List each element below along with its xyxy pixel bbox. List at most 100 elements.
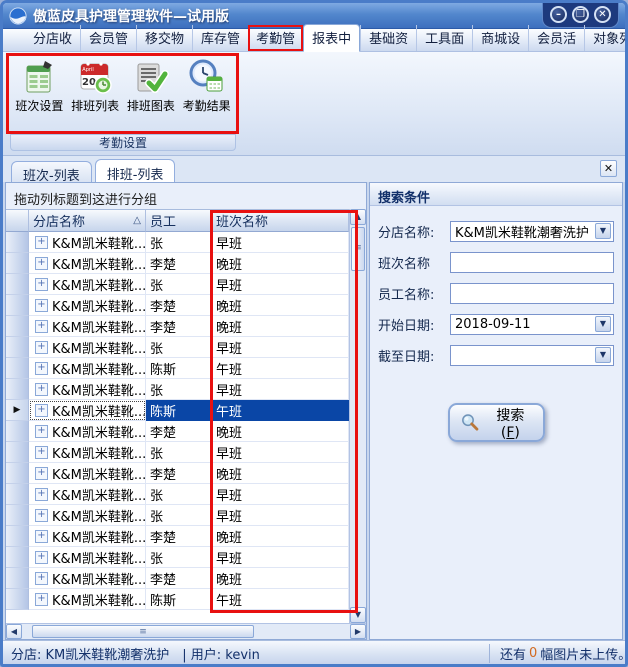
shift-cell[interactable]: 早班: [212, 337, 349, 358]
horizontal-scrollbar[interactable]: ◀ ≡ ▶: [6, 623, 366, 639]
branch-cell[interactable]: +K&M凯米鞋靴...: [29, 358, 146, 379]
ribbon-tab-basic-data[interactable]: 基础资: [360, 25, 416, 51]
shift-cell[interactable]: 晚班: [212, 295, 349, 316]
shift-cell[interactable]: 晚班: [212, 526, 349, 547]
shift-cell[interactable]: 早班: [212, 505, 349, 526]
table-row[interactable]: +K&M凯米鞋靴...李楚晚班: [6, 295, 349, 316]
expand-icon[interactable]: +: [35, 593, 48, 606]
table-row[interactable]: +K&M凯米鞋靴...李楚晚班: [6, 316, 349, 337]
expand-icon[interactable]: +: [35, 362, 48, 375]
table-row[interactable]: +K&M凯米鞋靴...张早班: [6, 547, 349, 568]
expand-icon[interactable]: +: [35, 488, 48, 501]
ribbon-tab-reports[interactable]: 报表中: [303, 24, 360, 52]
employee-cell[interactable]: 张: [146, 484, 212, 505]
shift-cell[interactable]: 早班: [212, 442, 349, 463]
ribbon-tab-attendance[interactable]: 考勤管: [248, 25, 303, 51]
shift-cell[interactable]: 晚班: [212, 463, 349, 484]
expand-icon[interactable]: +: [35, 299, 48, 312]
branch-cell[interactable]: +K&M凯米鞋靴...: [29, 463, 146, 484]
expand-icon[interactable]: +: [35, 530, 48, 543]
employee-cell[interactable]: 李楚: [146, 253, 212, 274]
start-date-picker[interactable]: 2018-09-11 ▼: [450, 314, 614, 335]
branch-cell[interactable]: +K&M凯米鞋靴...: [29, 232, 146, 253]
expand-icon[interactable]: +: [35, 320, 48, 333]
document-close-icon[interactable]: ✕: [600, 160, 617, 177]
branch-cell[interactable]: +K&M凯米鞋靴...: [29, 421, 146, 442]
branch-cell[interactable]: +K&M凯米鞋靴...: [29, 316, 146, 337]
branch-cell[interactable]: +K&M凯米鞋靴...: [29, 337, 146, 358]
header-shift[interactable]: 班次名称: [212, 210, 349, 232]
employee-cell[interactable]: 陈斯: [146, 400, 212, 421]
shift-cell[interactable]: 晚班: [212, 568, 349, 589]
tab-shift-list[interactable]: 班次-列表: [11, 161, 92, 182]
shift-cell[interactable]: 晚班: [212, 421, 349, 442]
schedule-chart-button[interactable]: 排班图表: [124, 56, 179, 131]
shift-cell[interactable]: 晚班: [212, 253, 349, 274]
employee-cell[interactable]: 张: [146, 505, 212, 526]
branch-cell[interactable]: +K&M凯米鞋靴...: [29, 253, 146, 274]
table-row[interactable]: +K&M凯米鞋靴...张早班: [6, 505, 349, 526]
shift-cell[interactable]: 早班: [212, 379, 349, 400]
employee-cell[interactable]: 张: [146, 379, 212, 400]
employee-cell[interactable]: 李楚: [146, 316, 212, 337]
expand-icon[interactable]: +: [35, 404, 48, 417]
branch-cell[interactable]: +K&M凯米鞋靴...: [29, 442, 146, 463]
ribbon-tab-branch-revenue[interactable]: 分店收: [25, 25, 80, 51]
expand-icon[interactable]: +: [35, 446, 48, 459]
branch-cell[interactable]: +K&M凯米鞋靴...: [29, 295, 146, 316]
shift-name-input[interactable]: [455, 253, 611, 272]
shift-cell[interactable]: 早班: [212, 274, 349, 295]
scroll-right-icon[interactable]: ▶: [350, 624, 366, 639]
branch-cell[interactable]: +K&M凯米鞋靴...: [29, 274, 146, 295]
table-row[interactable]: +K&M凯米鞋靴...陈斯午班: [6, 358, 349, 379]
employee-cell[interactable]: 张: [146, 337, 212, 358]
table-row[interactable]: +K&M凯米鞋靴...陈斯午班: [6, 589, 349, 610]
table-row[interactable]: +K&M凯米鞋靴...李楚晚班: [6, 568, 349, 589]
shift-cell[interactable]: 早班: [212, 232, 349, 253]
expand-icon[interactable]: +: [35, 572, 48, 585]
chevron-down-icon[interactable]: ▼: [595, 347, 611, 363]
ribbon-tab-mall[interactable]: 商城设: [472, 25, 528, 51]
search-button[interactable]: 搜索(F): [448, 403, 545, 442]
expand-icon[interactable]: +: [35, 509, 48, 522]
vertical-scroll-thumb[interactable]: ≡: [351, 227, 365, 271]
ribbon-tab-object-list[interactable]: 对象列: [584, 25, 628, 51]
employee-cell[interactable]: 张: [146, 232, 212, 253]
horizontal-scroll-thumb[interactable]: ≡: [32, 625, 254, 638]
scroll-down-icon[interactable]: ▼: [350, 607, 366, 623]
table-row[interactable]: +K&M凯米鞋靴...李楚晚班: [6, 253, 349, 274]
branch-cell[interactable]: +K&M凯米鞋靴...: [29, 589, 146, 610]
table-row[interactable]: +K&M凯米鞋靴...张早班: [6, 379, 349, 400]
employee-cell[interactable]: 张: [146, 547, 212, 568]
header-branch[interactable]: 分店名称 △: [29, 210, 146, 232]
employee-cell[interactable]: 李楚: [146, 568, 212, 589]
table-row[interactable]: +K&M凯米鞋靴...张早班: [6, 232, 349, 253]
table-row[interactable]: +K&M凯米鞋靴...张早班: [6, 484, 349, 505]
employee-cell[interactable]: 李楚: [146, 463, 212, 484]
table-row[interactable]: ▶+K&M凯米鞋靴...陈斯午班: [6, 400, 349, 421]
tab-schedule-list[interactable]: 排班-列表: [95, 159, 176, 182]
branch-cell[interactable]: +K&M凯米鞋靴...: [29, 526, 146, 547]
employee-cell[interactable]: 张: [146, 442, 212, 463]
ribbon-tab-transfer[interactable]: 移交物: [136, 25, 192, 51]
employee-cell[interactable]: 陈斯: [146, 358, 212, 379]
shift-setup-button[interactable]: 班次设置: [12, 56, 67, 131]
chevron-down-icon[interactable]: ▼: [595, 223, 611, 239]
expand-icon[interactable]: +: [35, 341, 48, 354]
table-row[interactable]: +K&M凯米鞋靴...张早班: [6, 337, 349, 358]
expand-icon[interactable]: +: [35, 467, 48, 480]
ribbon-tab-member-activity[interactable]: 会员活: [528, 25, 584, 51]
ribbon-tab-tools[interactable]: 工具面: [416, 25, 472, 51]
branch-cell[interactable]: +K&M凯米鞋靴...: [29, 379, 146, 400]
minimize-button[interactable]: –: [550, 6, 567, 23]
chevron-down-icon[interactable]: ▼: [595, 316, 611, 332]
branch-cell[interactable]: +K&M凯米鞋靴...: [29, 568, 146, 589]
header-employee[interactable]: 员工: [146, 210, 212, 232]
employee-cell[interactable]: 李楚: [146, 295, 212, 316]
employee-name-input[interactable]: [455, 284, 611, 303]
employee-cell[interactable]: 李楚: [146, 421, 212, 442]
shift-cell[interactable]: 午班: [212, 358, 349, 379]
scroll-left-icon[interactable]: ◀: [6, 624, 22, 639]
expand-icon[interactable]: +: [35, 551, 48, 564]
shift-cell[interactable]: 午班: [212, 400, 349, 421]
